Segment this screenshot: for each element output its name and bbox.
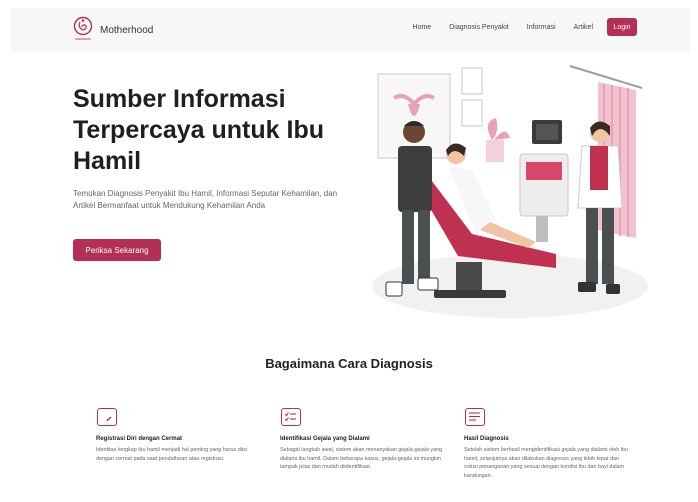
step-registrasi: Registrasi Diri dengan Cermat Identitas …	[96, 408, 261, 463]
checklist-icon	[281, 408, 301, 426]
step-description: Identitas lengkap ibu hamil menjadi hal …	[96, 447, 248, 462]
nav-informasi[interactable]: Informasi	[527, 24, 556, 31]
nav-diagnosis-penyakit[interactable]: Diagnosis Penyakit	[449, 24, 509, 31]
brand[interactable]: Motherhood	[72, 15, 153, 45]
step-title: Hasil Diagnosis	[464, 436, 509, 442]
nav-artikel[interactable]: Artikel	[574, 24, 593, 31]
brand-name: Motherhood	[100, 24, 154, 36]
step-title: Identifikasi Gejala yang Dialami	[280, 436, 370, 442]
nav-links: Home Diagnosis Penyakit Informasi Artike…	[395, 18, 637, 36]
step-description: Sebagai langkah awal, sistem akan menany…	[280, 447, 443, 471]
nav-home[interactable]: Home	[413, 24, 432, 31]
check-now-button[interactable]: Periksa Sekarang	[73, 239, 161, 261]
logo-icon	[72, 15, 94, 45]
step-hasil: Hasil Diagnosis Setelah sistem berhasil …	[464, 408, 629, 480]
step-title: Registrasi Diri dengan Cermat	[96, 436, 183, 442]
section-title: Bagaimana Cara Diagnosis	[265, 356, 433, 371]
hero-illustration	[360, 58, 660, 323]
navbar: Motherhood Home Diagnosis Penyakit Infor…	[10, 8, 690, 52]
hero-title: Sumber Informasi Terpercaya untuk Ibu Ha…	[73, 85, 324, 175]
step-identifikasi: Identifikasi Gejala yang Dialami Sebagai…	[280, 408, 445, 472]
login-button[interactable]: Login	[607, 18, 637, 36]
edit-icon	[97, 408, 117, 426]
document-icon	[465, 408, 485, 426]
step-description: Setelah sistem berhasil mengidentifikasi…	[464, 447, 628, 479]
hero-description: Temukan Diagnosis Penyakit Ibu Hamil, In…	[73, 189, 338, 210]
